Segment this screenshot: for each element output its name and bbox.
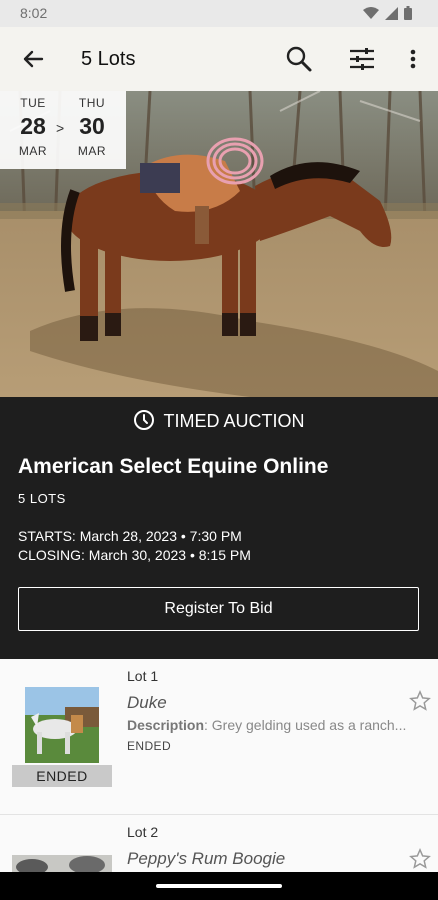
auction-info-panel: TIMED AUCTION American Select Equine Onl… — [0, 397, 438, 659]
lot-count: 5 LOTS — [18, 491, 66, 506]
page-title: 5 Lots — [81, 48, 136, 70]
search-icon[interactable] — [284, 44, 314, 74]
wifi-icon — [363, 6, 379, 19]
lot-number: Lot 2 — [127, 824, 159, 840]
status-bar: 8:02 — [0, 0, 438, 27]
favorite-star-icon[interactable] — [409, 690, 431, 712]
start-day-of-week: TUE — [20, 96, 46, 110]
start-day: 28 — [20, 113, 46, 139]
lot-status-badge: ENDED — [12, 765, 112, 787]
lot-list-item[interactable]: Lot 2 Peppy's Rum Boogie — [0, 815, 438, 873]
status-time: 8:02 — [20, 5, 48, 21]
end-month: MAR — [77, 144, 107, 158]
auction-date-range: TUE 28 MAR > THU 30 MAR — [0, 91, 126, 169]
auction-type: TIMED AUCTION — [0, 409, 438, 432]
favorite-star-icon[interactable] — [409, 848, 431, 870]
end-day: 30 — [79, 113, 105, 139]
back-arrow-icon[interactable] — [18, 44, 48, 74]
auction-type-label: TIMED AUCTION — [163, 411, 305, 431]
auction-title: American Select Equine Online — [18, 455, 329, 478]
lot-description: Description: Grey gelding used as a ranc… — [127, 717, 427, 733]
lot-name: Peppy's Rum Boogie — [127, 849, 286, 868]
lot-number: Lot 1 — [127, 668, 159, 684]
more-options-icon[interactable] — [398, 44, 428, 74]
system-navigation-bar — [0, 872, 438, 900]
date-separator: > — [56, 120, 65, 136]
lot-name: Duke — [127, 693, 167, 712]
start-month: MAR — [18, 144, 48, 158]
battery-icon — [404, 6, 412, 20]
auction-start-time: STARTS: March 28, 2023 • 7:30 PM — [18, 528, 242, 544]
end-day-of-week: THU — [78, 96, 106, 110]
filter-icon[interactable] — [347, 44, 377, 74]
lot-thumbnail — [25, 687, 99, 763]
start-date: TUE 28 MAR — [8, 96, 58, 158]
lot-thumbnail — [12, 855, 112, 872]
signal-icon — [385, 6, 398, 20]
lot-status: ENDED — [127, 739, 172, 753]
auction-closing-time: CLOSING: March 30, 2023 • 8:15 PM — [18, 547, 251, 563]
end-date: THU 30 MAR — [67, 96, 117, 158]
app-bar: 5 Lots — [0, 27, 438, 91]
home-gesture-handle[interactable] — [156, 884, 282, 888]
lot-list-item[interactable]: ENDED Lot 1 Duke Description: Grey geldi… — [0, 659, 438, 815]
register-to-bid-button[interactable]: Register To Bid — [18, 587, 419, 631]
clock-icon — [134, 410, 155, 430]
description-text: : Grey gelding used as a ranch... — [204, 717, 407, 733]
status-icons — [363, 6, 412, 20]
description-label: Description — [127, 717, 205, 733]
